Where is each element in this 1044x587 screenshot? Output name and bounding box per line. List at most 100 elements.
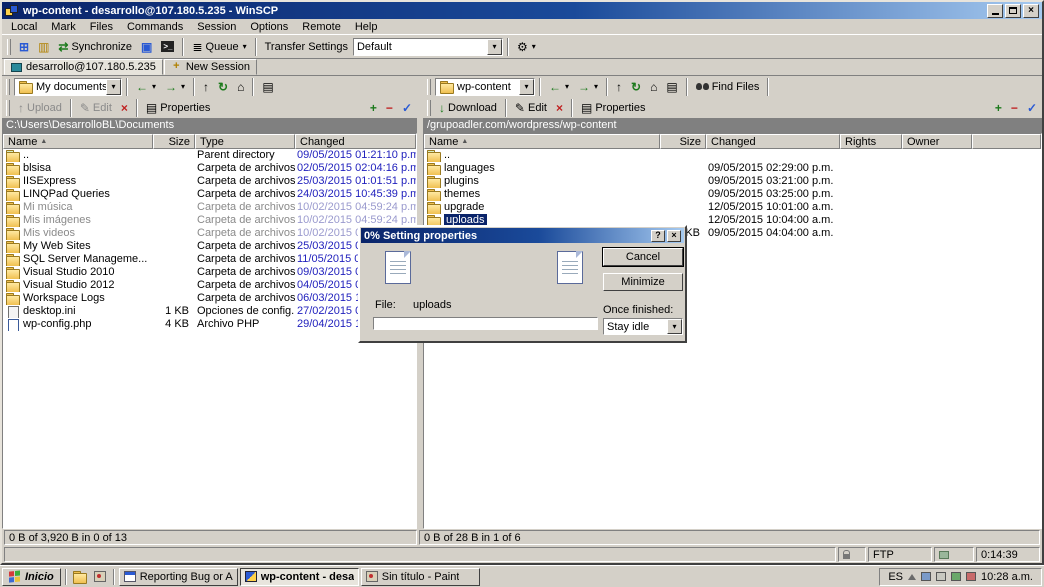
menu-item[interactable]: Local (4, 20, 44, 34)
column-header[interactable]: Name▲ (3, 134, 153, 149)
local-parent-directory-button[interactable]: ↑ (199, 77, 213, 97)
file-row[interactable]: upgrade 12/05/2015 10:01:00 a.m. (424, 201, 1041, 214)
taskbar-task[interactable]: wp-content - desarroll... (240, 568, 359, 586)
local-file-list[interactable]: .. Parent directory 09/05/2015 01:21:10 … (3, 149, 416, 528)
menu-item[interactable]: Remote (295, 20, 348, 34)
local-select-add-button[interactable]: + (366, 98, 381, 118)
close-button[interactable]: × (1023, 4, 1039, 18)
console-button[interactable]: >_ (157, 37, 178, 57)
new-session-tab-button[interactable]: ⊞ (15, 37, 33, 57)
remote-directory-select[interactable]: wp-content ▾ (435, 78, 535, 96)
preferences-button[interactable]: ⚙▾ (513, 37, 540, 57)
file-row[interactable]: IISExpress Carpeta de archivos 25/03/201… (3, 175, 416, 188)
remote-refresh-button[interactable]: ↻ (627, 77, 645, 97)
session-tab[interactable]: desarrollo@107.180.5.235 (4, 59, 163, 75)
column-header[interactable]: ▲ (972, 134, 1041, 149)
local-drive-select[interactable]: My documents ▾ (14, 78, 122, 96)
chevron-down-icon[interactable]: ▾ (106, 79, 121, 95)
remote-forward-button[interactable]: →▾ (574, 77, 602, 97)
dialog-titlebar[interactable]: 0% Setting properties ? × (361, 228, 684, 243)
chevron-down-icon[interactable]: ▾ (487, 39, 502, 55)
once-finished-select[interactable]: Stay idle ▾ (603, 318, 683, 335)
local-properties-button[interactable]: ▤Properties (142, 98, 214, 118)
column-header[interactable]: Type▲ (195, 134, 295, 149)
dialog-close-button[interactable]: × (667, 230, 681, 242)
menu-item[interactable]: Options (243, 20, 295, 34)
tray-language-indicator[interactable]: ES (888, 571, 903, 583)
chevron-down-icon[interactable]: ▾ (667, 319, 682, 334)
quicklaunch-paint-icon[interactable] (91, 568, 109, 586)
file-row[interactable]: LINQPad Queries Carpeta de archivos 24/0… (3, 188, 416, 201)
window-titlebar[interactable]: wp-content - desarrollo@107.180.5.235 - … (2, 2, 1042, 19)
queue-button[interactable]: ≣Queue▾ (188, 37, 250, 57)
remote-path-bar[interactable]: /grupoadler.com/wordpress/wp-content (423, 118, 1042, 133)
find-files-button[interactable]: Find Files (692, 77, 764, 97)
remote-edit-button[interactable]: ✎Edit (511, 98, 551, 118)
synchronize-browsing-button[interactable]: ▣ (137, 37, 156, 57)
tray-network-icon[interactable] (951, 572, 961, 581)
local-tree-button[interactable]: ▤ (258, 77, 277, 97)
file-row[interactable]: languages 09/05/2015 02:29:00 p.m. (424, 162, 1041, 175)
local-delete-button[interactable]: × (117, 98, 132, 118)
local-select-toggle-button[interactable]: ✓ (398, 98, 416, 118)
quicklaunch-explorer-icon[interactable] (71, 568, 89, 586)
remote-properties-button[interactable]: ▤Properties (577, 98, 649, 118)
file-row[interactable]: wp-config.php 4 KB Archivo PHP 29/04/201… (3, 318, 416, 331)
toolbar-grip[interactable] (6, 79, 10, 95)
upload-button[interactable]: ↑Upload (14, 98, 66, 118)
remote-select-add-button[interactable]: + (991, 98, 1006, 118)
cancel-button[interactable]: Cancel (603, 248, 683, 266)
column-header[interactable]: Size▲ (153, 134, 195, 149)
file-row[interactable]: My Web Sites Carpeta de archivos 25/03/2… (3, 240, 416, 253)
column-header[interactable]: Owner▲ (902, 134, 972, 149)
file-row[interactable]: .. Parent directory 09/05/2015 01:21:10 … (3, 149, 416, 162)
menu-item[interactable]: Commands (120, 20, 190, 34)
local-refresh-button[interactable]: ↻ (214, 77, 232, 97)
menu-item[interactable]: Session (190, 20, 243, 34)
tray-security-icon[interactable] (966, 572, 976, 581)
column-header[interactable]: Rights▲ (840, 134, 902, 149)
panel-layout-button[interactable]: ▥ (34, 37, 53, 57)
download-button[interactable]: ↓Download (435, 98, 501, 118)
local-forward-button[interactable]: →▾ (161, 77, 189, 97)
file-row[interactable]: Mis videos Carpeta de archivos 10/02/201… (3, 227, 416, 240)
taskbar-task[interactable]: Reporting Bug or Asking ... (119, 568, 238, 586)
start-button[interactable]: Inicio (2, 568, 61, 586)
file-row[interactable]: .. (424, 149, 1041, 162)
column-header[interactable]: Size▲ (660, 134, 706, 149)
file-row[interactable]: desktop.ini 1 KB Opciones de config... 2… (3, 305, 416, 318)
remote-select-remove-button[interactable]: − (1007, 98, 1022, 118)
menu-item[interactable]: Help (348, 20, 385, 34)
minimize-button[interactable] (987, 4, 1003, 18)
local-edit-button[interactable]: ✎Edit (76, 98, 116, 118)
session-tab[interactable]: New Session (164, 59, 257, 75)
file-row[interactable]: Visual Studio 2010 Carpeta de archivos 0… (3, 266, 416, 279)
file-row[interactable]: blsisa Carpeta de archivos 02/05/2015 02… (3, 162, 416, 175)
remote-tree-button[interactable]: ▤ (662, 77, 681, 97)
toolbar-grip[interactable] (7, 39, 11, 55)
tray-display-icon[interactable] (921, 572, 931, 581)
file-row[interactable]: plugins 09/05/2015 03:21:00 p.m. (424, 175, 1041, 188)
taskbar-task[interactable]: Sin título - Paint (361, 568, 480, 586)
toolbar-grip[interactable] (427, 79, 431, 95)
dialog-help-button[interactable]: ? (651, 230, 665, 242)
file-row[interactable]: SQL Server Manageme... Carpeta de archiv… (3, 253, 416, 266)
menu-item[interactable]: Mark (44, 20, 82, 34)
transfer-settings-select[interactable]: Default ▾ (353, 38, 503, 56)
file-row[interactable]: Mi música Carpeta de archivos 10/02/2015… (3, 201, 416, 214)
menu-item[interactable]: Files (83, 20, 120, 34)
tray-volume-icon[interactable] (936, 572, 946, 581)
file-row[interactable]: Workspace Logs Carpeta de archivos 06/03… (3, 292, 416, 305)
remote-select-toggle-button[interactable]: ✓ (1023, 98, 1041, 118)
remote-delete-button[interactable]: × (552, 98, 567, 118)
tray-hidden-icons-icon[interactable] (908, 574, 916, 580)
file-row[interactable]: Visual Studio 2012 Carpeta de archivos 0… (3, 279, 416, 292)
chevron-down-icon[interactable]: ▾ (519, 79, 534, 95)
column-header[interactable]: Changed▲ (706, 134, 840, 149)
file-row[interactable]: Mis imágenes Carpeta de archivos 10/02/2… (3, 214, 416, 227)
local-home-button[interactable]: ⌂ (233, 77, 248, 97)
local-select-remove-button[interactable]: − (382, 98, 397, 118)
local-path-bar[interactable]: C:\Users\DesarrolloBL\Documents (2, 118, 417, 133)
file-row[interactable]: themes 09/05/2015 03:25:00 p.m. (424, 188, 1041, 201)
local-back-button[interactable]: ←▾ (132, 77, 160, 97)
